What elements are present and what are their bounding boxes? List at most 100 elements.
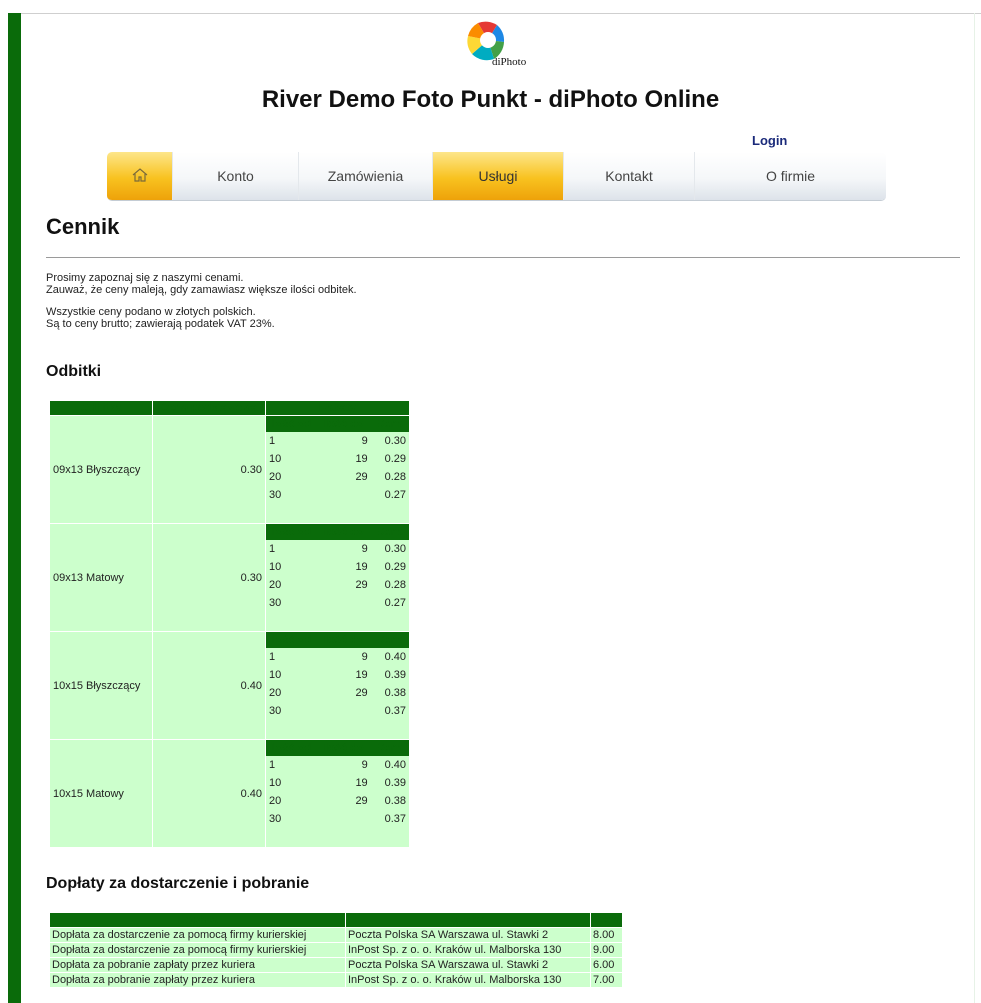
tier-row: 20 29 0.28 [266,468,409,486]
tier-row: 1 9 0.30 [266,432,409,450]
column-header: Cena podstawowa [153,401,265,415]
nav-item-konto[interactable]: Konto [173,152,299,200]
tier-from: 30 [266,810,316,828]
table-row: 10x15 Błyszczący 0.40 Ilość od Ilość do … [50,632,409,739]
main-nav: Konto Zamówienia Usługi Kontakt O firmie [107,152,886,201]
fee-price: 8.00 [591,928,622,942]
tier-to: 29 [315,468,371,486]
tier-row: 20 29 0.28 [266,576,409,594]
tier-row: 30 0.37 [266,702,409,720]
sub-header: Cena [370,632,409,648]
tier-from: 30 [266,486,316,504]
tier-to: 19 [315,774,371,792]
tier-price: 0.30 [370,432,409,450]
tier-price: 0.27 [370,594,409,612]
discount-cell: Ilość od Ilość do Cena 1 9 0.30 10 19 0.… [266,416,409,523]
table-row: 10x15 Matowy 0.40 Ilość od Ilość do Cena… [50,740,409,847]
tier-price: 0.28 [370,468,409,486]
column-header: Cena [591,913,622,927]
left-accent-bar [8,13,21,1003]
print-name: 10x15 Matowy [50,740,152,847]
tier-price: 0.40 [370,648,409,666]
discount-cell: Ilość od Ilość do Cena 1 9 0.30 10 19 0.… [266,524,409,631]
tier-price: 0.29 [370,450,409,468]
discount-cell: Ilość od Ilość do Cena 1 9 0.40 10 19 0.… [266,632,409,739]
tier-to: 9 [315,648,371,666]
column-header: Dopłata [50,913,345,927]
tier-price: 0.38 [370,792,409,810]
fee-price: 9.00 [591,943,622,957]
intro-line: Są to ceny brutto; zawierają podatek VAT… [46,317,275,330]
nav-home[interactable] [107,152,173,200]
nav-item-zamowienia[interactable]: Zamówienia [299,152,433,200]
tier-to: 9 [315,756,371,774]
fees-heading: Dopłaty za dostarczenie i pobranie [46,875,310,892]
discount-table: Ilość od Ilość do Cena 1 9 0.30 10 19 0.… [266,416,409,504]
tier-from: 20 [266,792,316,810]
tier-row: 10 19 0.39 [266,666,409,684]
discount-table: Ilość od Ilość do Cena 1 9 0.40 10 19 0.… [266,740,409,828]
tier-to: 9 [315,540,371,558]
tier-to [315,810,371,828]
table-row: 09x13 Matowy 0.30 Ilość od Ilość do Cena… [50,524,409,631]
tier-from: 30 [266,702,316,720]
tier-to: 19 [315,558,371,576]
sub-header: Cena [370,740,409,756]
intro-text: Prosimy zapoznaj się z naszymi cenami. Z… [46,272,357,341]
site-title: River Demo Foto Punkt - diPhoto Online [261,86,720,113]
fee-description: Dopłata za dostarczenie za pomocą firmy … [50,943,345,957]
tier-from: 10 [266,774,316,792]
tier-to: 19 [315,666,371,684]
nav-item-uslugi[interactable]: Usługi [433,152,564,200]
tier-to: 9 [315,432,371,450]
fee-courier: Poczta Polska SA Warszawa ul. Stawki 2 [346,958,590,972]
tier-from: 1 [266,432,316,450]
tier-row: 10 19 0.39 [266,774,409,792]
intro-line: Wszystkie ceny podano w złotych polskich… [46,306,256,318]
sub-header: Ilość od [266,524,316,540]
tier-from: 20 [266,468,316,486]
discount-cell: Ilość od Ilość do Cena 1 9 0.40 10 19 0.… [266,740,409,847]
tier-from: 20 [266,576,316,594]
base-price: 0.40 [153,740,265,847]
tier-row: 20 29 0.38 [266,684,409,702]
fee-description: Dopłata za dostarczenie za pomocą firmy … [50,928,345,942]
nav-item-kontakt[interactable]: Kontakt [564,152,695,200]
logo-text: diPhoto [492,56,527,68]
tier-to [315,486,371,504]
base-price: 0.30 [153,416,265,523]
table-row: Dopłata za dostarczenie za pomocą firmy … [50,928,622,942]
sub-header: Ilość od [266,740,316,756]
page-title: Cennik [46,214,120,239]
tier-from: 20 [266,684,316,702]
tier-price: 0.37 [370,702,409,720]
tier-to [315,702,371,720]
diphoto-logo-icon: diPhoto [467,21,527,68]
home-icon [132,167,148,185]
nav-item-o-firmie[interactable]: O firmie [695,152,886,200]
fee-price: 7.00 [591,973,622,987]
tier-from: 1 [266,540,316,558]
table-row: Dopłata za pobranie zapłaty przez kurier… [50,958,622,972]
tier-from: 10 [266,450,316,468]
table-row: Dopłata za pobranie zapłaty przez kurier… [50,973,622,987]
print-name: 09x13 Matowy [50,524,152,631]
fee-description: Dopłata za pobranie zapłaty przez kurier… [50,958,345,972]
login-link[interactable]: Login [752,133,787,148]
table-row: Dopłata za dostarczenie za pomocą firmy … [50,943,622,957]
tier-price: 0.29 [370,558,409,576]
tier-price: 0.40 [370,756,409,774]
tier-price: 0.39 [370,666,409,684]
intro-line: Zauważ, że ceny maleją, gdy zamawiasz wi… [46,283,357,296]
column-header: Rabaty [266,401,409,415]
base-price: 0.30 [153,524,265,631]
print-name: 09x13 Błyszczący [50,416,152,523]
fee-courier: InPost Sp. z o. o. Kraków ul. Malborska … [346,973,590,987]
fee-description: Dopłata za pobranie zapłaty przez kurier… [50,973,345,987]
tier-row: 10 19 0.29 [266,558,409,576]
prints-heading: Odbitki [46,363,102,380]
tier-from: 10 [266,558,316,576]
tier-row: 30 0.37 [266,810,409,828]
tier-to: 29 [315,684,371,702]
site-logo[interactable]: diPhoto [462,18,542,68]
